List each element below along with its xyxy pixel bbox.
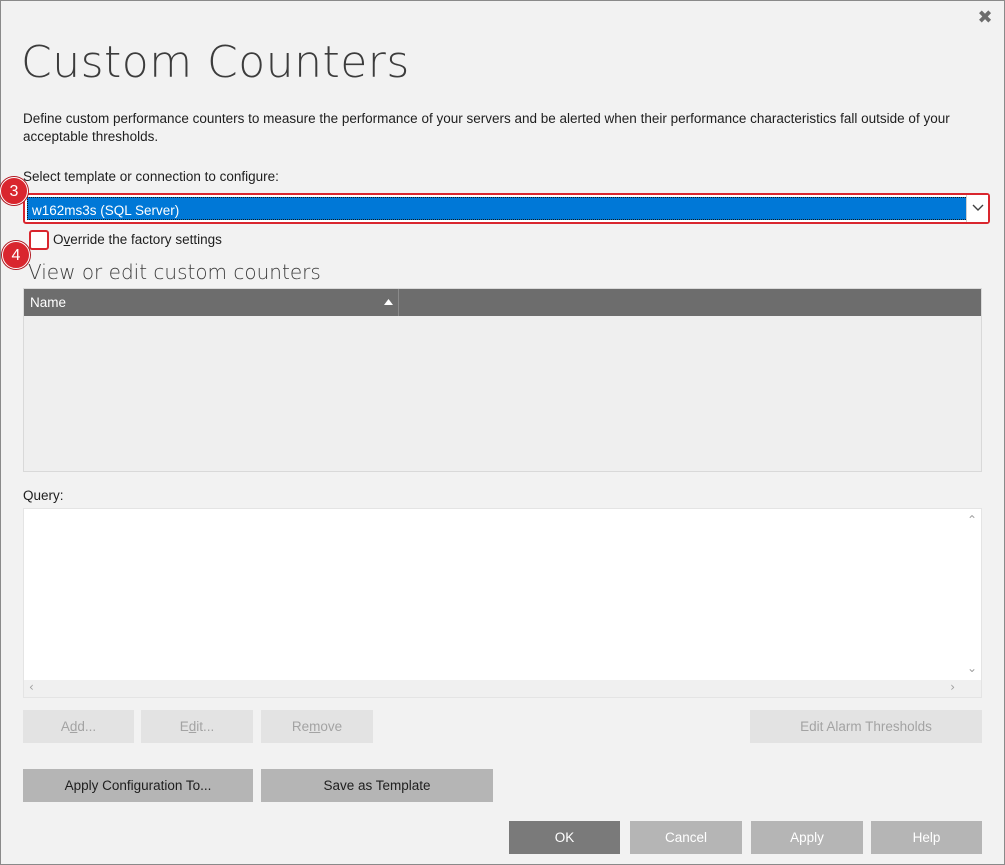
apply-button[interactable]: Apply xyxy=(751,821,863,854)
grid-header: Name xyxy=(24,289,981,316)
edit-alarm-thresholds-button[interactable]: Edit Alarm Thresholds xyxy=(750,710,982,743)
custom-counters-dialog: ✖ Custom Counters Define custom performa… xyxy=(0,0,1005,865)
scroll-down-icon[interactable]: ⌄ xyxy=(967,661,977,675)
query-label: Query: xyxy=(23,488,64,503)
chevron-down-icon xyxy=(972,204,984,211)
sort-ascending-icon xyxy=(384,299,393,305)
ok-button[interactable]: OK xyxy=(509,821,620,854)
cancel-button[interactable]: Cancel xyxy=(630,821,742,854)
counters-grid[interactable]: Name xyxy=(23,288,982,472)
dialog-title: Custom Counters xyxy=(21,37,410,88)
close-icon[interactable]: ✖ xyxy=(976,9,994,27)
dialog-description: Define custom performance counters to me… xyxy=(23,111,950,144)
step-4-marker: 4 xyxy=(2,241,30,269)
help-button[interactable]: Help xyxy=(871,821,982,854)
add-button[interactable]: Add... xyxy=(23,710,134,743)
apply-configuration-to-button[interactable]: Apply Configuration To... xyxy=(23,769,253,802)
template-select-label: Select template or connection to configu… xyxy=(23,169,279,184)
template-connection-dropdown[interactable]: w162ms3s (SQL Server) xyxy=(23,193,990,224)
scroll-up-icon[interactable]: ⌃ xyxy=(967,513,977,527)
remove-button[interactable]: Remove xyxy=(261,710,373,743)
override-checkbox-label[interactable]: Override the factory settings xyxy=(53,232,222,247)
edit-button[interactable]: Edit... xyxy=(141,710,253,743)
query-vertical-scrollbar[interactable]: ⌃ ⌄ xyxy=(963,509,981,682)
column-header-name[interactable]: Name xyxy=(24,289,399,316)
counters-section-title: View or edit custom counters xyxy=(28,260,321,284)
scroll-right-icon[interactable]: › xyxy=(950,680,955,694)
dropdown-arrow-button[interactable] xyxy=(966,195,988,222)
query-textarea[interactable]: ⌃ ⌄ ‹ › xyxy=(23,508,982,698)
dropdown-selected-value: w162ms3s (SQL Server) xyxy=(32,203,180,218)
override-checkbox[interactable] xyxy=(29,230,49,250)
query-horizontal-scrollbar[interactable]: ‹ › xyxy=(24,680,981,697)
step-3-marker: 3 xyxy=(0,177,28,205)
scroll-left-icon[interactable]: ‹ xyxy=(29,680,34,694)
dropdown-selection: w162ms3s (SQL Server) xyxy=(27,195,988,222)
save-as-template-button[interactable]: Save as Template xyxy=(261,769,493,802)
